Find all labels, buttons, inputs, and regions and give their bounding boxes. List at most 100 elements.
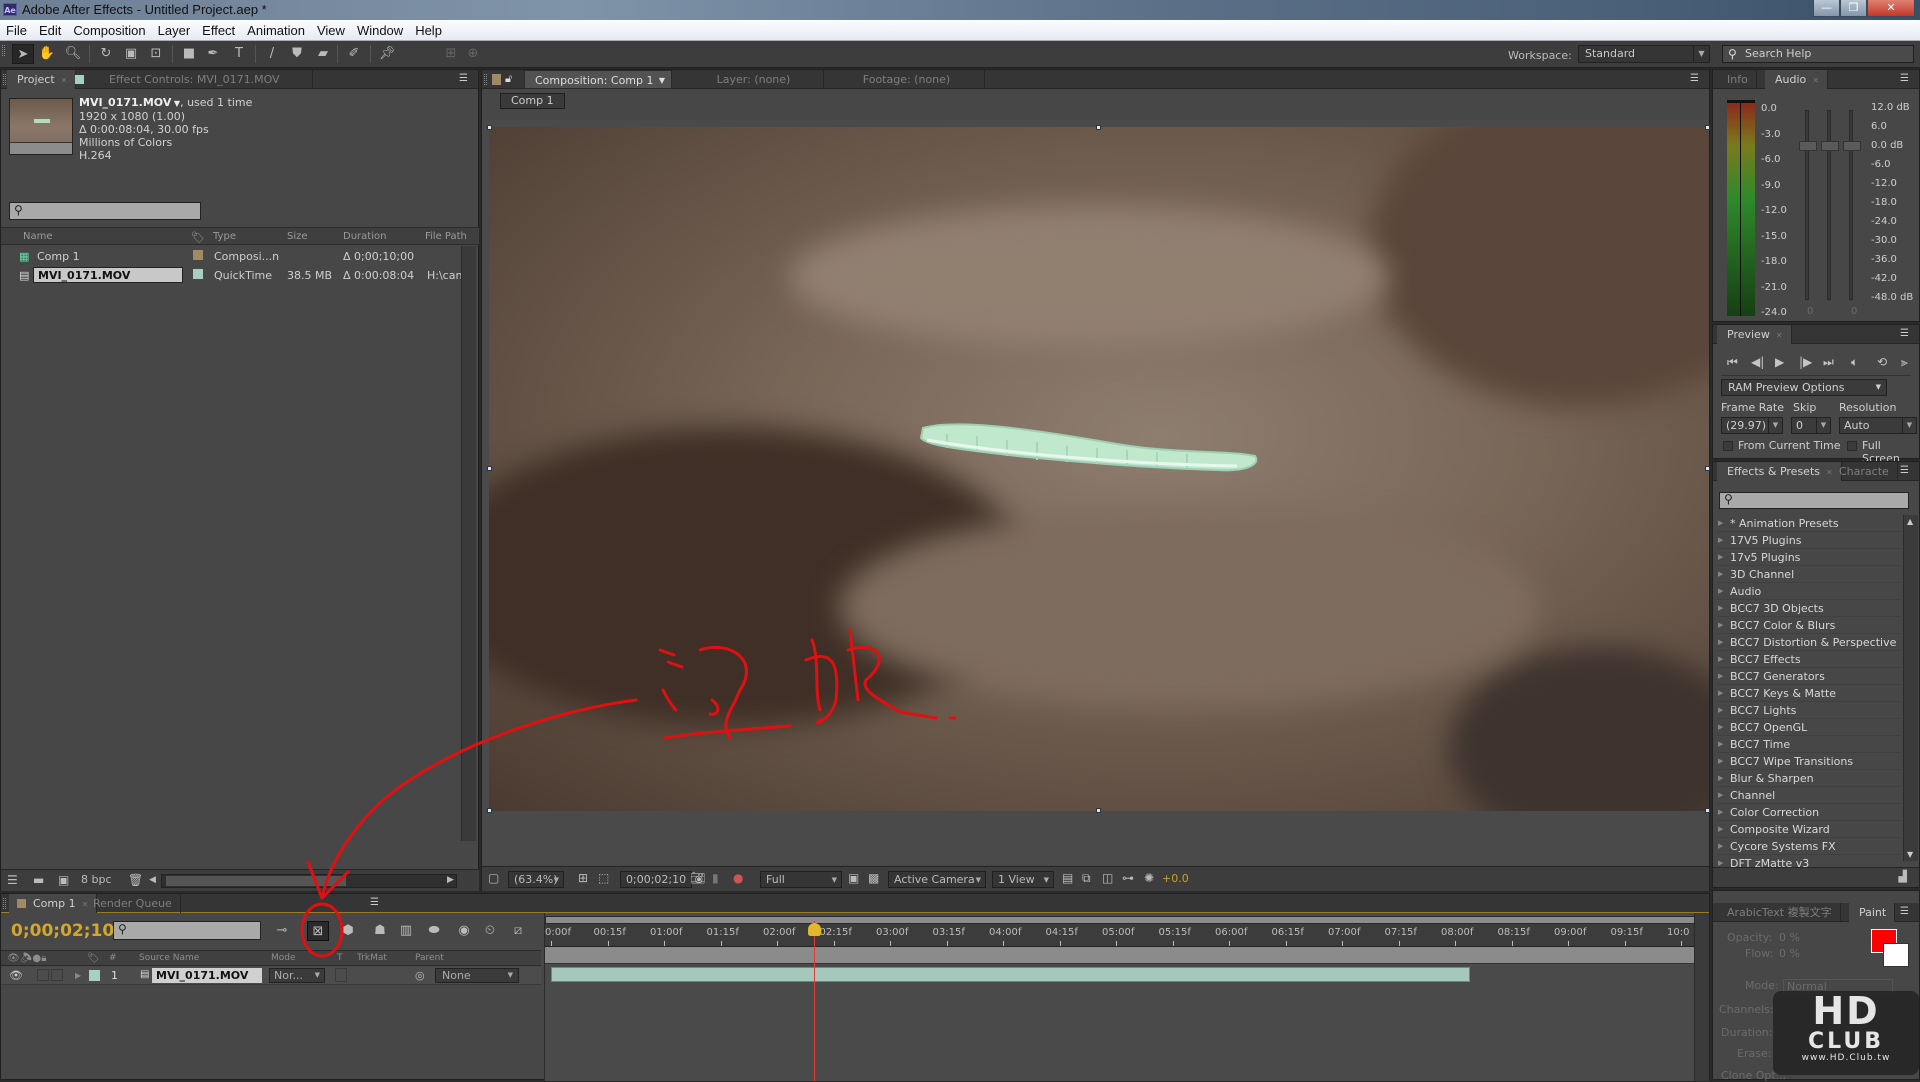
roto-brush-tool-icon[interactable]: ✐ [343, 44, 365, 64]
menu-window[interactable]: Window [357, 23, 403, 38]
bounding-handle[interactable] [487, 125, 492, 130]
panel-menu-icon[interactable]: ☰ [1900, 906, 1909, 917]
draft-3d-icon[interactable]: ⬢ [337, 921, 359, 941]
layer-name[interactable]: MVI_0171.MOV [152, 968, 262, 983]
new-folder-icon[interactable]: ▬ [33, 873, 44, 887]
puppet-pin-tool-icon[interactable]: 📌︎ [376, 44, 398, 64]
axis-mode-icon[interactable]: ⊞ [440, 44, 462, 64]
current-time-indicator[interactable] [814, 921, 816, 1081]
new-preset-icon[interactable]: ▟ [1899, 870, 1907, 883]
effects-category-item[interactable]: 17V5 Plugins [1717, 532, 1901, 549]
timeline-scrollbar[interactable] [1694, 913, 1709, 1081]
effects-category-item[interactable]: Channel [1717, 787, 1901, 804]
mute-audio-icon[interactable]: 🔈︎ [1851, 355, 1858, 370]
label-color-swatch[interactable] [89, 970, 100, 981]
resolution-dropdown[interactable]: Full [760, 871, 842, 888]
search-help-input[interactable]: ⚲ Search Help [1722, 45, 1914, 63]
frame-blending-icon[interactable]: ▥ [395, 921, 417, 941]
bounding-handle[interactable] [487, 808, 492, 813]
tab-info[interactable]: Info [1717, 70, 1757, 89]
new-composition-icon[interactable]: ▣ [58, 873, 69, 887]
region-of-interest-icon[interactable]: ▣ [848, 871, 859, 888]
bounding-handle[interactable] [1096, 125, 1101, 130]
motion-blur-icon[interactable]: ⬬ [423, 921, 445, 941]
camera-view-dropdown[interactable]: Active Camera [888, 871, 986, 888]
tab-effect-controls[interactable]: Effect Controls: MVI_0171.MOV [65, 70, 313, 89]
timeline-search-input[interactable]: ⚲ [113, 921, 261, 940]
clone-stamp-tool-icon[interactable]: ⛊ [286, 44, 308, 64]
eraser-tool-icon[interactable]: ▰ [312, 44, 334, 64]
close-tab-icon[interactable]: ✕ [1776, 331, 1783, 340]
tab-paint[interactable]: Paint [1849, 903, 1896, 922]
last-frame-icon[interactable]: ⏭ [1823, 355, 1834, 370]
effects-category-item[interactable]: Composite Wizard [1717, 821, 1901, 838]
effects-category-item[interactable]: BCC7 Keys & Matte [1717, 685, 1901, 702]
label-color-swatch[interactable] [193, 250, 203, 260]
menu-file[interactable]: File [6, 23, 27, 38]
opacity-value[interactable]: 0 % [1779, 931, 1800, 944]
toggle-pixel-aspect-icon[interactable]: ▤ [1062, 871, 1073, 888]
hand-tool-icon[interactable]: ✋ [36, 44, 58, 64]
flow-value[interactable]: 0 % [1779, 947, 1800, 960]
effects-category-item[interactable]: Audio [1717, 583, 1901, 600]
ram-preview-icon[interactable]: ⫸ [1901, 355, 1908, 370]
panel-menu-icon[interactable]: ☰ [459, 73, 468, 84]
parent-pick-whip-icon[interactable]: ◎ [415, 969, 425, 982]
tab-footage[interactable]: Footage: (none) [827, 70, 985, 89]
from-current-time-checkbox[interactable] [1723, 441, 1733, 451]
timeline-current-time[interactable]: 0;00;02;10 [11, 921, 114, 941]
comp-breadcrumb[interactable]: Comp 1 [500, 93, 565, 109]
current-time-display[interactable]: 0;00;02;10 [620, 871, 693, 888]
bounding-handle[interactable] [1705, 125, 1710, 130]
tab-effects-presets[interactable]: Effects & Presets ✕ [1717, 462, 1842, 481]
bounding-handle[interactable] [487, 466, 492, 471]
tab-arabictext[interactable]: ArabicText 複製文字 [1717, 903, 1841, 922]
col-size[interactable]: Size [287, 231, 308, 242]
label-color-swatch[interactable] [193, 269, 203, 279]
layer-row[interactable]: 👁︎ ▶ 1 ▤ MVI_0171.MOV Nor... ▼ ◎ None ▼ [1, 967, 541, 985]
effects-category-item[interactable]: * Animation Presets [1717, 515, 1901, 532]
label-tag-icon[interactable]: 🏷︎ [191, 231, 205, 244]
magnification-dropdown[interactable]: (63.4%) [508, 871, 564, 888]
pen-tool-icon[interactable]: ✒ [202, 44, 224, 64]
playhead-handle[interactable] [808, 923, 822, 936]
bounding-handle[interactable] [1096, 808, 1101, 813]
background-color-swatch[interactable] [1883, 943, 1909, 967]
brush-tool-icon[interactable]: / [261, 44, 283, 64]
view-layout-dropdown[interactable]: 1 View [992, 871, 1054, 888]
scroll-up-icon[interactable]: ▲ [1907, 517, 1913, 526]
comp-mini-flowchart-icon[interactable]: ⊸ [271, 921, 293, 941]
maximize-button[interactable]: ❐ [1840, 0, 1867, 17]
work-area-bar[interactable] [545, 947, 1695, 964]
workspace-dropdown[interactable]: Standard ▼ [1578, 45, 1710, 63]
col-source-name[interactable]: Source Name [139, 953, 199, 963]
col-type[interactable]: Type [213, 231, 236, 242]
scroll-down-icon[interactable]: ▼ [1907, 850, 1913, 859]
effects-category-item[interactable]: Cycore Systems FX [1717, 838, 1901, 855]
col-trkmat[interactable]: TrkMat [357, 953, 387, 963]
show-snapshot-icon[interactable]: ▮ [712, 871, 719, 888]
rotation-tool-icon[interactable]: ↻ [95, 44, 117, 64]
type-tool-icon[interactable]: T [228, 44, 250, 64]
rectangle-tool-icon[interactable]: ■ [178, 44, 200, 64]
bit-depth-toggle[interactable]: 8 bpc [81, 873, 112, 886]
close-button[interactable]: ✕ [1867, 0, 1915, 17]
trash-icon[interactable]: 🗑︎ [128, 873, 143, 887]
skip-dropdown[interactable]: 0 ▼ [1791, 417, 1831, 434]
footage-frame[interactable] [489, 127, 1709, 811]
parent-dropdown[interactable]: None ▼ [435, 968, 519, 983]
reset-exposure-icon[interactable]: ✺ [1144, 871, 1154, 888]
full-screen-checkbox[interactable] [1847, 441, 1857, 451]
col-mode[interactable]: Mode [271, 953, 296, 963]
master-volume-fader[interactable] [1821, 110, 1839, 300]
expand-layer-icon[interactable]: ▶ [75, 971, 81, 980]
label-tag-icon[interactable]: 🏷︎ [87, 953, 100, 964]
camera-tool-icon[interactable]: ▣ [120, 44, 142, 64]
tab-layer[interactable]: Layer: (none) [682, 70, 824, 89]
transparency-grid-icon[interactable]: ▩ [868, 871, 879, 888]
tab-preview[interactable]: Preview ✕ [1717, 325, 1792, 344]
brainstorm-icon[interactable]: ◉ [453, 921, 475, 941]
first-frame-icon[interactable]: ⏮ [1727, 355, 1738, 370]
menu-composition[interactable]: Composition [73, 23, 145, 38]
frame-rate-dropdown[interactable]: (29.97) ▼ [1721, 417, 1783, 434]
